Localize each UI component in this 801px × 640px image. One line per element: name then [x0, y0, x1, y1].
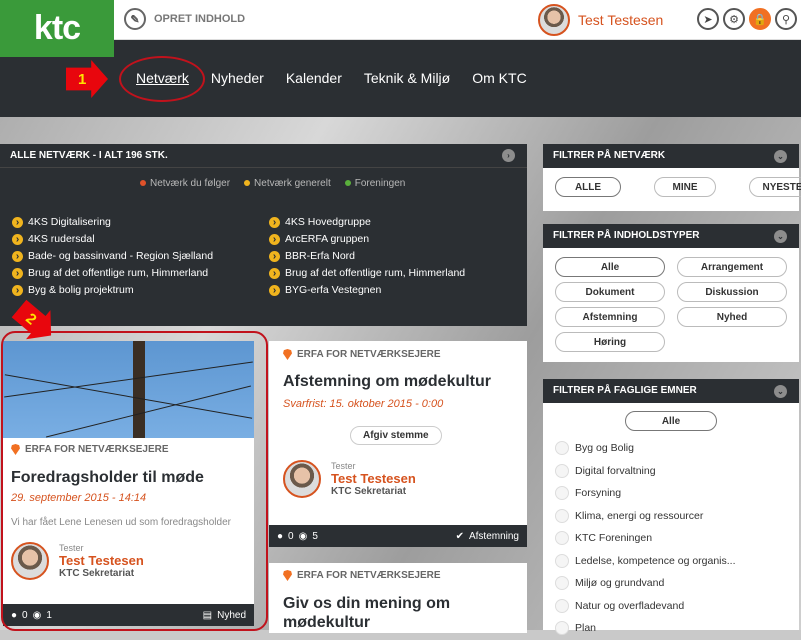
- create-content-label: OPRET INDHOLD: [154, 13, 246, 25]
- networks-title: ALLE NETVÆRK - I ALT 196 STK.: [10, 150, 168, 161]
- vote-button[interactable]: Afgiv stemme: [350, 426, 442, 445]
- filter-all[interactable]: ALLE: [555, 177, 621, 197]
- search-icon[interactable]: ⚲: [775, 8, 797, 30]
- topic-filter-header: FILTRER PÅ FAGLIGE EMNER ⌄: [543, 379, 799, 403]
- network-item[interactable]: Byg & bolig projektrum: [12, 284, 269, 296]
- topic-item[interactable]: Miljø og grundvand: [555, 572, 736, 595]
- nav-item-kalender[interactable]: Kalender: [276, 70, 352, 86]
- create-content-button[interactable]: ✎ OPRET INDHOLD: [124, 8, 245, 30]
- nav-item-nyheder[interactable]: Nyheder: [201, 70, 274, 86]
- user-menu[interactable]: Test Testesen: [538, 4, 663, 36]
- topic-item[interactable]: Digital forvaltning: [555, 460, 736, 483]
- avatar: [538, 4, 570, 36]
- topic-all[interactable]: Alle: [625, 411, 717, 431]
- nav-item-om-ktc[interactable]: Om KTC: [462, 70, 536, 86]
- topic-item[interactable]: Forsyning: [555, 482, 736, 505]
- type-discussion[interactable]: Diskussion: [677, 282, 787, 302]
- network-filter: FILTRER PÅ NETVÆRK ⌄ ALLE MINE NYESTE: [543, 144, 801, 211]
- network-item[interactable]: 4KS rudersdal: [12, 233, 269, 245]
- topic-item[interactable]: Plan: [555, 617, 736, 640]
- card-footer: ● 0 ◉ 5 ✔ Afstemning: [269, 525, 527, 547]
- card-category: ERFA FOR NETVÆRKSEJERE: [283, 570, 441, 581]
- filter-mine[interactable]: MINE: [654, 177, 716, 197]
- step-marker-1-label: 1: [78, 70, 87, 88]
- card-category: ERFA FOR NETVÆRKSEJERE: [283, 349, 441, 360]
- type-document[interactable]: Dokument: [555, 282, 665, 302]
- check-icon: ✔: [455, 530, 464, 542]
- chevron-down-icon[interactable]: ⌄: [774, 150, 787, 163]
- content-type-filter-header: FILTRER PÅ INDHOLDSTYPER ⌄: [543, 224, 799, 248]
- legend-following: Netværk du følger: [140, 178, 230, 189]
- top-bar: ✎ OPRET INDHOLD Test Testesen ➤ ⚙ 🔒 ⚲: [0, 0, 801, 40]
- type-vote[interactable]: Afstemning: [555, 307, 665, 327]
- network-list: 4KS Digitalisering 4KS Hovedgruppe 4KS r…: [12, 216, 522, 296]
- topic-list: Byg og Bolig Digital forvaltning Forsyni…: [555, 437, 736, 640]
- content-card-vote[interactable]: ERFA FOR NETVÆRKSEJERE Afstemning om mød…: [269, 341, 527, 547]
- chevron-down-icon[interactable]: ⌄: [774, 385, 787, 398]
- lock-icon[interactable]: 🔒: [749, 8, 771, 30]
- top-icons: ➤ ⚙ 🔒 ⚲: [697, 8, 797, 30]
- topic-item[interactable]: Ledelse, kompetence og organis...: [555, 550, 736, 573]
- gear-icon[interactable]: ⚙: [723, 8, 745, 30]
- type-news[interactable]: Nyhed: [677, 307, 787, 327]
- network-item[interactable]: ArcERFA gruppen: [269, 233, 522, 245]
- step-marker-2-label: 2: [22, 309, 40, 329]
- content-type-filter: FILTRER PÅ INDHOLDSTYPER ⌄ Alle Arrangem…: [543, 224, 799, 362]
- network-filter-header: FILTRER PÅ NETVÆRK ⌄: [543, 144, 799, 168]
- network-item[interactable]: 4KS Hovedgruppe: [269, 216, 522, 228]
- author-name[interactable]: Test Testesen: [331, 471, 416, 486]
- avatar: [283, 460, 321, 498]
- topic-item[interactable]: Klima, energi og ressourcer: [555, 505, 736, 528]
- network-item[interactable]: Brug af det offentlige rum, Himmerland: [12, 267, 269, 279]
- networks-header: ALLE NETVÆRK - I ALT 196 STK. ›: [0, 144, 527, 168]
- topic-item[interactable]: Natur og overfladevand: [555, 595, 736, 618]
- content-type: Afstemning: [468, 530, 519, 542]
- network-item[interactable]: 4KS Digitalisering: [12, 216, 269, 228]
- highlight-circle: [119, 56, 205, 102]
- network-filter-title: FILTRER PÅ NETVÆRK: [553, 150, 666, 161]
- type-arrangement[interactable]: Arrangement: [677, 257, 787, 277]
- legend-association: Foreningen: [345, 178, 406, 189]
- content-type-filter-title: FILTRER PÅ INDHOLDSTYPER: [553, 230, 700, 241]
- type-hearing[interactable]: Høring: [555, 332, 665, 352]
- filter-newest[interactable]: NYESTE: [749, 177, 801, 197]
- card-deadline: Svarfrist: 15. oktober 2015 - 0:00: [283, 398, 444, 410]
- topic-filter: FILTRER PÅ FAGLIGE EMNER ⌄ Alle Byg og B…: [543, 379, 799, 634]
- view-count: 5: [312, 530, 318, 542]
- highlight-frame: [1, 331, 268, 631]
- legend-general: Netværk generelt: [244, 178, 331, 189]
- nav-item-teknik-miljo[interactable]: Teknik & Miljø: [354, 70, 460, 86]
- topic-item[interactable]: KTC Foreningen: [555, 527, 736, 550]
- chevron-down-icon[interactable]: ⌄: [774, 230, 787, 243]
- logo[interactable]: ktc: [0, 0, 114, 57]
- type-all[interactable]: Alle: [555, 257, 665, 277]
- card-title[interactable]: Giv os din mening om mødekultur: [283, 594, 503, 632]
- topic-item[interactable]: Byg og Bolig: [555, 437, 736, 460]
- user-name: Test Testesen: [578, 12, 664, 28]
- eye-icon: ◉: [298, 530, 308, 542]
- comment-count: 0: [288, 530, 294, 542]
- networks-panel: ALLE NETVÆRK - I ALT 196 STK. › Netværk …: [0, 144, 527, 326]
- network-item[interactable]: BBR-Erfa Nord: [269, 250, 522, 262]
- tag-icon[interactable]: ➤: [697, 8, 719, 30]
- networks-legend: Netværk du følger Netværk generelt Foren…: [140, 178, 405, 189]
- edit-icon: ✎: [124, 8, 146, 30]
- chevron-right-icon[interactable]: ›: [502, 149, 515, 162]
- author-role: Tester: [331, 461, 356, 471]
- network-item[interactable]: BYG-erfa Vestegnen: [269, 284, 522, 296]
- card-title[interactable]: Afstemning om mødekultur: [283, 373, 491, 391]
- card-author: Tester Test Testesen KTC Sekretariat: [283, 460, 416, 498]
- network-item[interactable]: Brug af det offentlige rum, Himmerland: [269, 267, 522, 279]
- comment-icon: ●: [277, 530, 284, 542]
- logo-text: ktc: [33, 9, 81, 47]
- content-card-opinion[interactable]: ERFA FOR NETVÆRKSEJERE Giv os din mening…: [269, 563, 527, 633]
- author-org: KTC Sekretariat: [331, 486, 407, 497]
- topic-filter-title: FILTRER PÅ FAGLIGE EMNER: [553, 385, 697, 396]
- network-item[interactable]: Bade- og bassinvand - Region Sjælland: [12, 250, 269, 262]
